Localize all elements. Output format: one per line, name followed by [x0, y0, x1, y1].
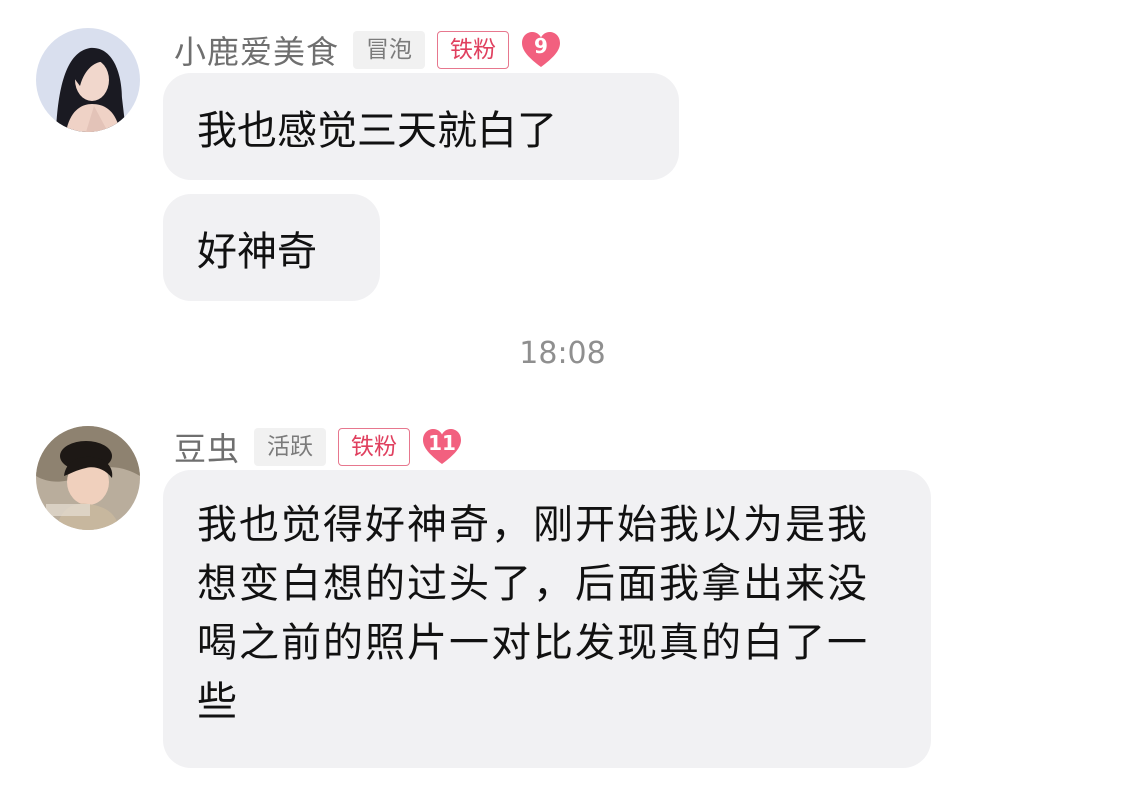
avatar-user-2[interactable]: [36, 426, 140, 530]
message-header-2: 豆虫 活跃 铁粉 11: [174, 424, 462, 470]
level-tag: 活跃: [254, 428, 327, 466]
heart-level-badge: 9: [521, 31, 561, 69]
message-text: 我也感觉三天就白了: [197, 107, 557, 154]
fan-tag: 铁粉: [437, 31, 510, 69]
message-bubble[interactable]: 我也感觉三天就白了: [163, 73, 679, 180]
message-bubble[interactable]: 我也觉得好神奇，刚开始我以为是我想变白想的过头了，后面我拿出来没喝之前的照片一对…: [163, 470, 931, 768]
badge-number: 11: [428, 431, 456, 455]
avatar-user-1[interactable]: [36, 28, 140, 132]
avatar-image-1: [36, 28, 140, 132]
message-header-1: 小鹿爱美食 冒泡 铁粉 9: [174, 27, 561, 73]
fan-tag: 铁粉: [338, 428, 411, 466]
badge-number: 9: [534, 34, 548, 58]
username[interactable]: 小鹿爱美食: [174, 27, 339, 73]
username[interactable]: 豆虫: [174, 424, 240, 470]
message-bubble[interactable]: 好神奇: [163, 194, 380, 301]
chat-window: 小鹿爱美食 冒泡 铁粉 9 我也感觉三天就白了 好神奇 18:08 豆虫 活跃: [0, 0, 1125, 785]
message-text: 好神奇: [197, 228, 317, 275]
level-tag: 冒泡: [353, 31, 426, 69]
message-text: 我也觉得好神奇，刚开始我以为是我想变白想的过头了，后面我拿出来没喝之前的照片一对…: [197, 502, 869, 725]
avatar-image-2: [36, 426, 140, 530]
timestamp: 18:08: [519, 336, 606, 371]
heart-level-badge: 11: [422, 428, 462, 466]
